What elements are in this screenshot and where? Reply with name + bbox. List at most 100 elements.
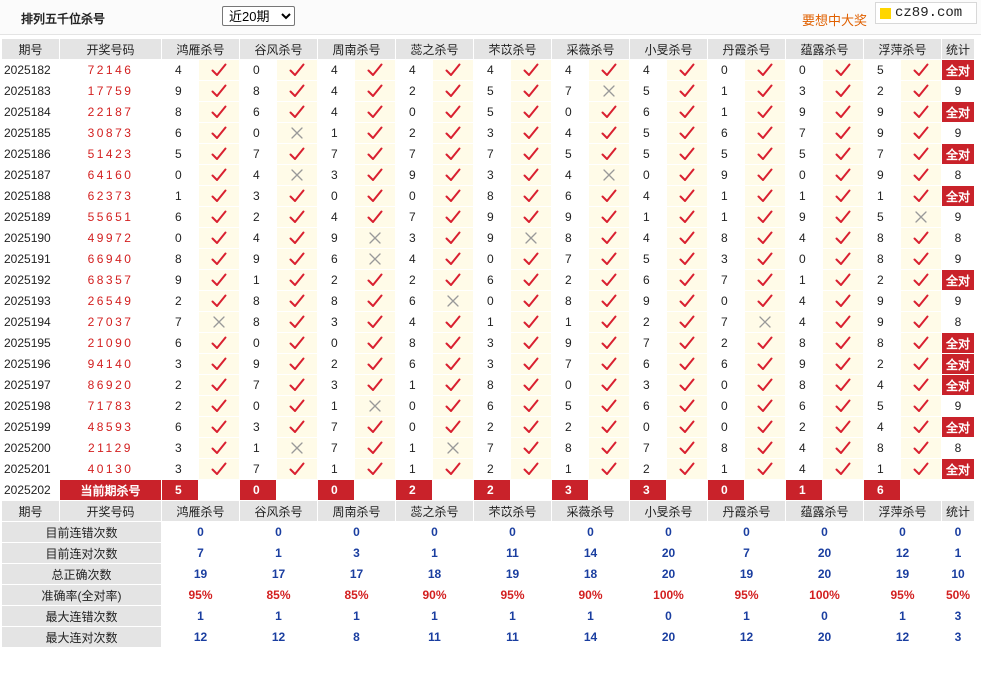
result-cell-correct: [511, 102, 551, 122]
all-correct-badge: 全对: [942, 102, 974, 122]
period-cell: 2025187: [2, 165, 59, 185]
kill-number-cell: 9: [708, 165, 744, 185]
check-icon: [511, 357, 551, 371]
kill-number-cell: 4: [786, 438, 822, 458]
kill-number-cell: 8: [162, 102, 198, 122]
kill-number-cell: 8: [864, 249, 900, 269]
check-icon: [511, 126, 551, 140]
kill-number-cell: 0: [708, 396, 744, 416]
kill-number-cell: 5: [552, 144, 588, 164]
result-cell-wrong: [355, 249, 395, 269]
result-cell-correct: [433, 396, 473, 416]
table-row: 2025194 27037 7 8 3 4 1 1 2 7 4 9 8: [2, 312, 974, 332]
slogan-link[interactable]: 要想中大奖: [802, 10, 867, 29]
kill-number-cell: 7: [318, 438, 354, 458]
summary-value: 20: [630, 564, 707, 584]
check-icon: [823, 84, 863, 98]
kill-number-cell: 2: [396, 123, 432, 143]
result-cell-correct: [511, 312, 551, 332]
result-cell-correct: [667, 291, 707, 311]
stat-count-cell: 8: [942, 312, 974, 332]
result-cell-wrong: [277, 123, 317, 143]
result-cell-correct: [901, 396, 941, 416]
check-icon: [277, 357, 317, 371]
table-row: 2025184 22187 8 6 4 0 5 0 6 1 9 9 全对: [2, 102, 974, 122]
kill-number-cell: 8: [708, 228, 744, 248]
result-cell-correct: [823, 270, 863, 290]
kill-number-cell: 5: [864, 207, 900, 227]
check-icon: [511, 336, 551, 350]
result-cell-correct: [901, 438, 941, 458]
check-icon: [589, 210, 629, 224]
summary-value: 20: [630, 543, 707, 563]
period-select[interactable]: 近20期: [222, 6, 295, 26]
current-kill-number: 6: [864, 480, 900, 500]
result-cell-correct: [745, 102, 785, 122]
draw-number-cell: 72146: [60, 60, 161, 80]
cross-icon: [355, 399, 395, 413]
result-cell-correct: [199, 102, 239, 122]
kill-number-cell: 0: [240, 333, 276, 353]
summary-value: 0: [630, 522, 707, 542]
result-cell-correct: [355, 291, 395, 311]
check-icon: [745, 189, 785, 203]
summary-value: 14: [552, 543, 629, 563]
check-icon: [745, 378, 785, 392]
result-cell-correct: [823, 102, 863, 122]
result-cell-correct: [901, 459, 941, 479]
site-logo[interactable]: cz89.com: [875, 2, 977, 24]
cross-icon: [277, 126, 317, 140]
summary-value: 12: [864, 627, 941, 647]
check-icon: [823, 357, 863, 371]
result-cell-correct: [823, 228, 863, 248]
check-icon: [277, 273, 317, 287]
check-icon: [511, 420, 551, 434]
result-cell-correct: [511, 375, 551, 395]
kill-number-cell: 6: [474, 396, 510, 416]
kill-number-cell: 8: [786, 375, 822, 395]
check-icon: [667, 252, 707, 266]
summary-value: 1: [240, 606, 317, 626]
check-icon: [199, 126, 239, 140]
result-cell-correct: [433, 333, 473, 353]
table-row: 2025182 72146 4 0 4 4 4 4 4 0 0 5 全对: [2, 60, 974, 80]
kill-number-cell: 6: [396, 291, 432, 311]
current-kill-number: 5: [162, 480, 198, 500]
check-icon: [901, 84, 941, 98]
summary-value: 7: [162, 543, 239, 563]
kill-number-cell: 5: [864, 396, 900, 416]
draw-number-cell: 27037: [60, 312, 161, 332]
result-cell-correct: [277, 102, 317, 122]
table-row: 2025186 51423 5 7 7 7 7 5 5 5 5 7 全对: [2, 144, 974, 164]
check-icon: [589, 315, 629, 329]
logo-text: cz89.com: [895, 5, 963, 21]
check-icon: [277, 252, 317, 266]
kill-number-cell: 2: [318, 354, 354, 374]
result-cell-wrong: [745, 312, 785, 332]
current-kill-number: 3: [552, 480, 588, 500]
result-cell-correct: [355, 207, 395, 227]
result-cell-correct: [823, 396, 863, 416]
summary-value: 0: [786, 522, 863, 542]
result-cell-correct: [355, 375, 395, 395]
column-header-expert: 谷风杀号: [240, 39, 317, 59]
check-icon: [277, 147, 317, 161]
result-cell-correct: [433, 81, 473, 101]
kill-number-cell: 7: [552, 249, 588, 269]
period-cell: 2025188: [2, 186, 59, 206]
draw-number-cell: 26549: [60, 291, 161, 311]
summary-value: 1: [318, 606, 395, 626]
kill-number-cell: 6: [396, 354, 432, 374]
draw-number-cell: 68357: [60, 270, 161, 290]
check-icon: [355, 462, 395, 476]
summary-value: 0: [708, 522, 785, 542]
result-cell-correct: [667, 312, 707, 332]
check-icon: [667, 126, 707, 140]
result-cell-correct: [589, 438, 629, 458]
check-icon: [589, 105, 629, 119]
summary-stat-value: 3: [942, 627, 974, 647]
column-header-expert: 鸿雁杀号: [162, 501, 239, 521]
result-cell-correct: [901, 228, 941, 248]
check-icon: [511, 147, 551, 161]
result-cell-correct: [823, 123, 863, 143]
